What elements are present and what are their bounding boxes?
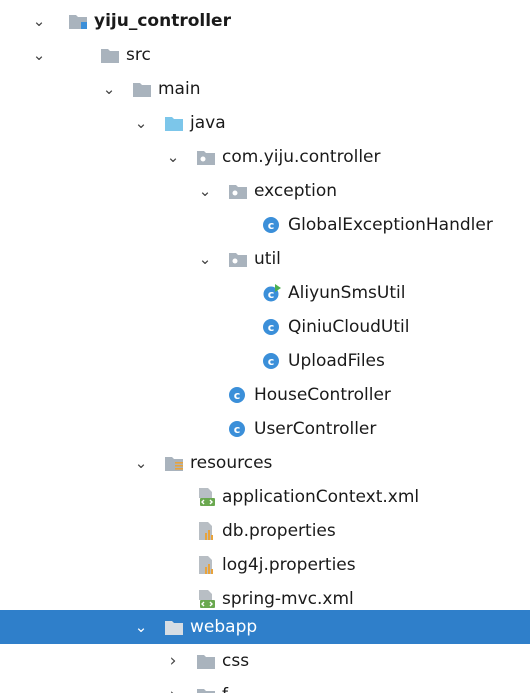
class-icon: c: [262, 216, 282, 234]
tree-node-label: src: [126, 45, 151, 65]
chevron-down-icon[interactable]: ⌄: [30, 4, 48, 38]
tree-node-upload-files[interactable]: c UploadFiles: [0, 344, 530, 378]
xml-file-icon: [196, 488, 216, 506]
tree-node-global-exception-handler[interactable]: c GlobalExceptionHandler: [0, 208, 530, 242]
svg-text:c: c: [268, 355, 275, 368]
package-icon: [228, 250, 248, 268]
svg-text:c: c: [234, 423, 241, 436]
chevron-right-icon[interactable]: ›: [164, 644, 182, 678]
chevron-down-icon[interactable]: ⌄: [100, 72, 118, 106]
tree-node-label: applicationContext.xml: [222, 487, 420, 507]
resources-folder-icon: [164, 454, 184, 472]
folder-icon: [164, 618, 184, 636]
svg-text:c: c: [268, 321, 275, 334]
tree-node-yiju-controller[interactable]: ⌄ yiju_controller: [0, 4, 530, 38]
class-icon: c: [228, 386, 248, 404]
chevron-right-icon[interactable]: ›: [164, 678, 182, 693]
chevron-down-icon[interactable]: ⌄: [30, 38, 48, 72]
tree-node-label: com.yiju.controller: [222, 147, 381, 167]
tree-node-exception[interactable]: ⌄ exception: [0, 174, 530, 208]
tree-node-label: java: [190, 113, 226, 133]
main-class-icon: c: [262, 284, 282, 302]
class-icon: c: [262, 352, 282, 370]
package-icon: [196, 148, 216, 166]
tree-node-label: db.properties: [222, 521, 336, 541]
xml-file-icon: [196, 590, 216, 608]
tree-node-label: GlobalExceptionHandler: [288, 215, 493, 235]
project-tree: ⌄ yiju_controller ⌄ src ⌄ main ⌄ java ⌄: [0, 0, 530, 693]
tree-node-label: HouseController: [254, 385, 391, 405]
tree-node-css[interactable]: › css: [0, 644, 530, 678]
tree-node-application-context-xml[interactable]: applicationContext.xml: [0, 480, 530, 514]
svg-text:c: c: [268, 288, 275, 301]
tree-node-fonts[interactable]: › f: [0, 678, 530, 693]
source-folder-icon: [164, 114, 184, 132]
tree-node-qiniu-cloud-util[interactable]: c QiniuCloudUtil: [0, 310, 530, 344]
tree-node-label: log4j.properties: [222, 555, 356, 575]
class-icon: c: [228, 420, 248, 438]
tree-node-house-controller[interactable]: c HouseController: [0, 378, 530, 412]
tree-node-label: AliyunSmsUtil: [288, 283, 406, 303]
package-icon: [228, 182, 248, 200]
chevron-down-icon[interactable]: ⌄: [132, 106, 150, 140]
svg-text:c: c: [234, 389, 241, 402]
tree-node-label: f: [222, 678, 228, 693]
tree-node-src[interactable]: ⌄ src: [0, 38, 530, 72]
tree-node-label: yiju_controller: [94, 11, 231, 31]
tree-node-label: webapp: [190, 617, 258, 637]
tree-node-package[interactable]: ⌄ com.yiju.controller: [0, 140, 530, 174]
tree-node-label: main: [158, 79, 201, 99]
tree-node-log4j-properties[interactable]: log4j.properties: [0, 548, 530, 582]
tree-node-label: QiniuCloudUtil: [288, 317, 410, 337]
chevron-down-icon[interactable]: ⌄: [132, 610, 150, 644]
folder-icon: [196, 652, 216, 670]
tree-node-main[interactable]: ⌄ main: [0, 72, 530, 106]
tree-node-label: css: [222, 651, 250, 671]
svg-text:c: c: [268, 219, 275, 232]
tree-node-label: resources: [190, 453, 273, 473]
folder-icon: [132, 80, 152, 98]
tree-node-util[interactable]: ⌄ util: [0, 242, 530, 276]
tree-node-label: exception: [254, 181, 338, 201]
tree-node-resources[interactable]: ⌄ resources: [0, 446, 530, 480]
chevron-down-icon[interactable]: ⌄: [132, 446, 150, 480]
tree-node-db-properties[interactable]: db.properties: [0, 514, 530, 548]
tree-node-aliyun-sms-util[interactable]: c AliyunSmsUtil: [0, 276, 530, 310]
tree-node-webapp[interactable]: ⌄ webapp: [0, 610, 530, 644]
chevron-down-icon[interactable]: ⌄: [196, 174, 214, 208]
tree-node-java[interactable]: ⌄ java: [0, 106, 530, 140]
properties-file-icon: [196, 556, 216, 574]
class-icon: c: [262, 318, 282, 336]
chevron-down-icon[interactable]: ⌄: [196, 242, 214, 276]
module-folder-icon: [68, 12, 88, 30]
tree-node-label: util: [254, 249, 281, 269]
chevron-down-icon[interactable]: ⌄: [164, 140, 182, 174]
properties-file-icon: [196, 522, 216, 540]
folder-icon: [100, 46, 120, 64]
tree-node-label: UploadFiles: [288, 351, 385, 371]
tree-node-user-controller[interactable]: c UserController: [0, 412, 530, 446]
tree-node-label: UserController: [254, 419, 377, 439]
folder-icon: [196, 686, 216, 693]
